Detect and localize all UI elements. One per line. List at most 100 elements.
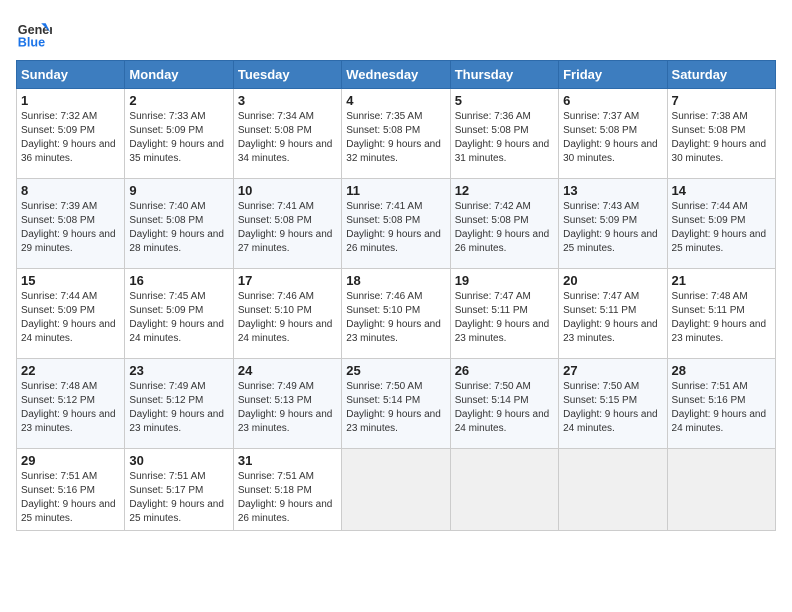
day-of-week-header: Friday: [559, 61, 667, 89]
day-info: Sunrise: 7:38 AMSunset: 5:08 PMDaylight:…: [672, 110, 771, 166]
day-info: Sunrise: 7:48 AMSunset: 5:11 PMDaylight:…: [672, 290, 771, 346]
day-number: 5: [455, 93, 554, 108]
logo: General Blue: [16, 16, 52, 52]
day-number: 24: [238, 363, 337, 378]
day-info: Sunrise: 7:51 AMSunset: 5:18 PMDaylight:…: [238, 470, 337, 526]
calendar-cell: 23 Sunrise: 7:49 AMSunset: 5:12 PMDaylig…: [125, 359, 233, 449]
calendar-cell: 31 Sunrise: 7:51 AMSunset: 5:18 PMDaylig…: [233, 449, 341, 531]
day-number: 9: [129, 183, 228, 198]
day-number: 2: [129, 93, 228, 108]
day-info: Sunrise: 7:48 AMSunset: 5:12 PMDaylight:…: [21, 380, 120, 436]
calendar-cell: [450, 449, 558, 531]
calendar-week-row: 1 Sunrise: 7:32 AMSunset: 5:09 PMDayligh…: [17, 89, 776, 179]
calendar-cell: 26 Sunrise: 7:50 AMSunset: 5:14 PMDaylig…: [450, 359, 558, 449]
calendar-cell: [342, 449, 450, 531]
day-info: Sunrise: 7:43 AMSunset: 5:09 PMDaylight:…: [563, 200, 662, 256]
day-info: Sunrise: 7:44 AMSunset: 5:09 PMDaylight:…: [21, 290, 120, 346]
calendar-cell: 19 Sunrise: 7:47 AMSunset: 5:11 PMDaylig…: [450, 269, 558, 359]
calendar-cell: 4 Sunrise: 7:35 AMSunset: 5:08 PMDayligh…: [342, 89, 450, 179]
day-number: 27: [563, 363, 662, 378]
day-of-week-header: Tuesday: [233, 61, 341, 89]
calendar-cell: 8 Sunrise: 7:39 AMSunset: 5:08 PMDayligh…: [17, 179, 125, 269]
day-number: 29: [21, 453, 120, 468]
day-info: Sunrise: 7:36 AMSunset: 5:08 PMDaylight:…: [455, 110, 554, 166]
calendar-cell: 21 Sunrise: 7:48 AMSunset: 5:11 PMDaylig…: [667, 269, 775, 359]
day-info: Sunrise: 7:32 AMSunset: 5:09 PMDaylight:…: [21, 110, 120, 166]
day-number: 16: [129, 273, 228, 288]
day-info: Sunrise: 7:45 AMSunset: 5:09 PMDaylight:…: [129, 290, 228, 346]
day-info: Sunrise: 7:51 AMSunset: 5:16 PMDaylight:…: [21, 470, 120, 526]
day-info: Sunrise: 7:33 AMSunset: 5:09 PMDaylight:…: [129, 110, 228, 166]
calendar-cell: 3 Sunrise: 7:34 AMSunset: 5:08 PMDayligh…: [233, 89, 341, 179]
day-info: Sunrise: 7:39 AMSunset: 5:08 PMDaylight:…: [21, 200, 120, 256]
day-of-week-header: Wednesday: [342, 61, 450, 89]
calendar-cell: 7 Sunrise: 7:38 AMSunset: 5:08 PMDayligh…: [667, 89, 775, 179]
day-number: 14: [672, 183, 771, 198]
day-info: Sunrise: 7:37 AMSunset: 5:08 PMDaylight:…: [563, 110, 662, 166]
calendar-body: 1 Sunrise: 7:32 AMSunset: 5:09 PMDayligh…: [17, 89, 776, 531]
day-number: 22: [21, 363, 120, 378]
calendar-week-row: 22 Sunrise: 7:48 AMSunset: 5:12 PMDaylig…: [17, 359, 776, 449]
calendar-cell: 22 Sunrise: 7:48 AMSunset: 5:12 PMDaylig…: [17, 359, 125, 449]
calendar-cell: 28 Sunrise: 7:51 AMSunset: 5:16 PMDaylig…: [667, 359, 775, 449]
calendar-cell: 11 Sunrise: 7:41 AMSunset: 5:08 PMDaylig…: [342, 179, 450, 269]
day-info: Sunrise: 7:46 AMSunset: 5:10 PMDaylight:…: [238, 290, 337, 346]
day-number: 11: [346, 183, 445, 198]
day-info: Sunrise: 7:50 AMSunset: 5:14 PMDaylight:…: [455, 380, 554, 436]
day-info: Sunrise: 7:47 AMSunset: 5:11 PMDaylight:…: [563, 290, 662, 346]
day-number: 25: [346, 363, 445, 378]
day-number: 12: [455, 183, 554, 198]
calendar-week-row: 15 Sunrise: 7:44 AMSunset: 5:09 PMDaylig…: [17, 269, 776, 359]
calendar-cell: 27 Sunrise: 7:50 AMSunset: 5:15 PMDaylig…: [559, 359, 667, 449]
day-info: Sunrise: 7:50 AMSunset: 5:14 PMDaylight:…: [346, 380, 445, 436]
calendar-cell: 25 Sunrise: 7:50 AMSunset: 5:14 PMDaylig…: [342, 359, 450, 449]
calendar-cell: 5 Sunrise: 7:36 AMSunset: 5:08 PMDayligh…: [450, 89, 558, 179]
day-info: Sunrise: 7:51 AMSunset: 5:17 PMDaylight:…: [129, 470, 228, 526]
logo-icon: General Blue: [16, 16, 52, 52]
day-info: Sunrise: 7:41 AMSunset: 5:08 PMDaylight:…: [346, 200, 445, 256]
day-number: 17: [238, 273, 337, 288]
calendar-cell: [559, 449, 667, 531]
day-info: Sunrise: 7:44 AMSunset: 5:09 PMDaylight:…: [672, 200, 771, 256]
day-number: 19: [455, 273, 554, 288]
calendar-cell: 15 Sunrise: 7:44 AMSunset: 5:09 PMDaylig…: [17, 269, 125, 359]
day-number: 8: [21, 183, 120, 198]
calendar-cell: [667, 449, 775, 531]
day-number: 30: [129, 453, 228, 468]
calendar-cell: 24 Sunrise: 7:49 AMSunset: 5:13 PMDaylig…: [233, 359, 341, 449]
calendar-cell: 10 Sunrise: 7:41 AMSunset: 5:08 PMDaylig…: [233, 179, 341, 269]
calendar-cell: 2 Sunrise: 7:33 AMSunset: 5:09 PMDayligh…: [125, 89, 233, 179]
calendar-cell: 14 Sunrise: 7:44 AMSunset: 5:09 PMDaylig…: [667, 179, 775, 269]
calendar-table: SundayMondayTuesdayWednesdayThursdayFrid…: [16, 60, 776, 531]
day-number: 23: [129, 363, 228, 378]
day-info: Sunrise: 7:34 AMSunset: 5:08 PMDaylight:…: [238, 110, 337, 166]
day-info: Sunrise: 7:51 AMSunset: 5:16 PMDaylight:…: [672, 380, 771, 436]
day-number: 26: [455, 363, 554, 378]
day-of-week-header: Monday: [125, 61, 233, 89]
day-info: Sunrise: 7:50 AMSunset: 5:15 PMDaylight:…: [563, 380, 662, 436]
calendar-cell: 20 Sunrise: 7:47 AMSunset: 5:11 PMDaylig…: [559, 269, 667, 359]
calendar-header: SundayMondayTuesdayWednesdayThursdayFrid…: [17, 61, 776, 89]
day-number: 3: [238, 93, 337, 108]
calendar-cell: 16 Sunrise: 7:45 AMSunset: 5:09 PMDaylig…: [125, 269, 233, 359]
day-number: 4: [346, 93, 445, 108]
svg-text:Blue: Blue: [18, 36, 45, 50]
day-info: Sunrise: 7:35 AMSunset: 5:08 PMDaylight:…: [346, 110, 445, 166]
day-of-week-header: Sunday: [17, 61, 125, 89]
day-of-week-header: Thursday: [450, 61, 558, 89]
day-number: 10: [238, 183, 337, 198]
day-number: 6: [563, 93, 662, 108]
day-number: 1: [21, 93, 120, 108]
calendar-cell: 1 Sunrise: 7:32 AMSunset: 5:09 PMDayligh…: [17, 89, 125, 179]
day-number: 7: [672, 93, 771, 108]
calendar-cell: 12 Sunrise: 7:42 AMSunset: 5:08 PMDaylig…: [450, 179, 558, 269]
day-number: 20: [563, 273, 662, 288]
calendar-cell: 29 Sunrise: 7:51 AMSunset: 5:16 PMDaylig…: [17, 449, 125, 531]
day-of-week-header: Saturday: [667, 61, 775, 89]
calendar-cell: 6 Sunrise: 7:37 AMSunset: 5:08 PMDayligh…: [559, 89, 667, 179]
day-info: Sunrise: 7:42 AMSunset: 5:08 PMDaylight:…: [455, 200, 554, 256]
day-number: 28: [672, 363, 771, 378]
day-number: 21: [672, 273, 771, 288]
page-header: General Blue: [16, 16, 776, 52]
calendar-cell: 17 Sunrise: 7:46 AMSunset: 5:10 PMDaylig…: [233, 269, 341, 359]
